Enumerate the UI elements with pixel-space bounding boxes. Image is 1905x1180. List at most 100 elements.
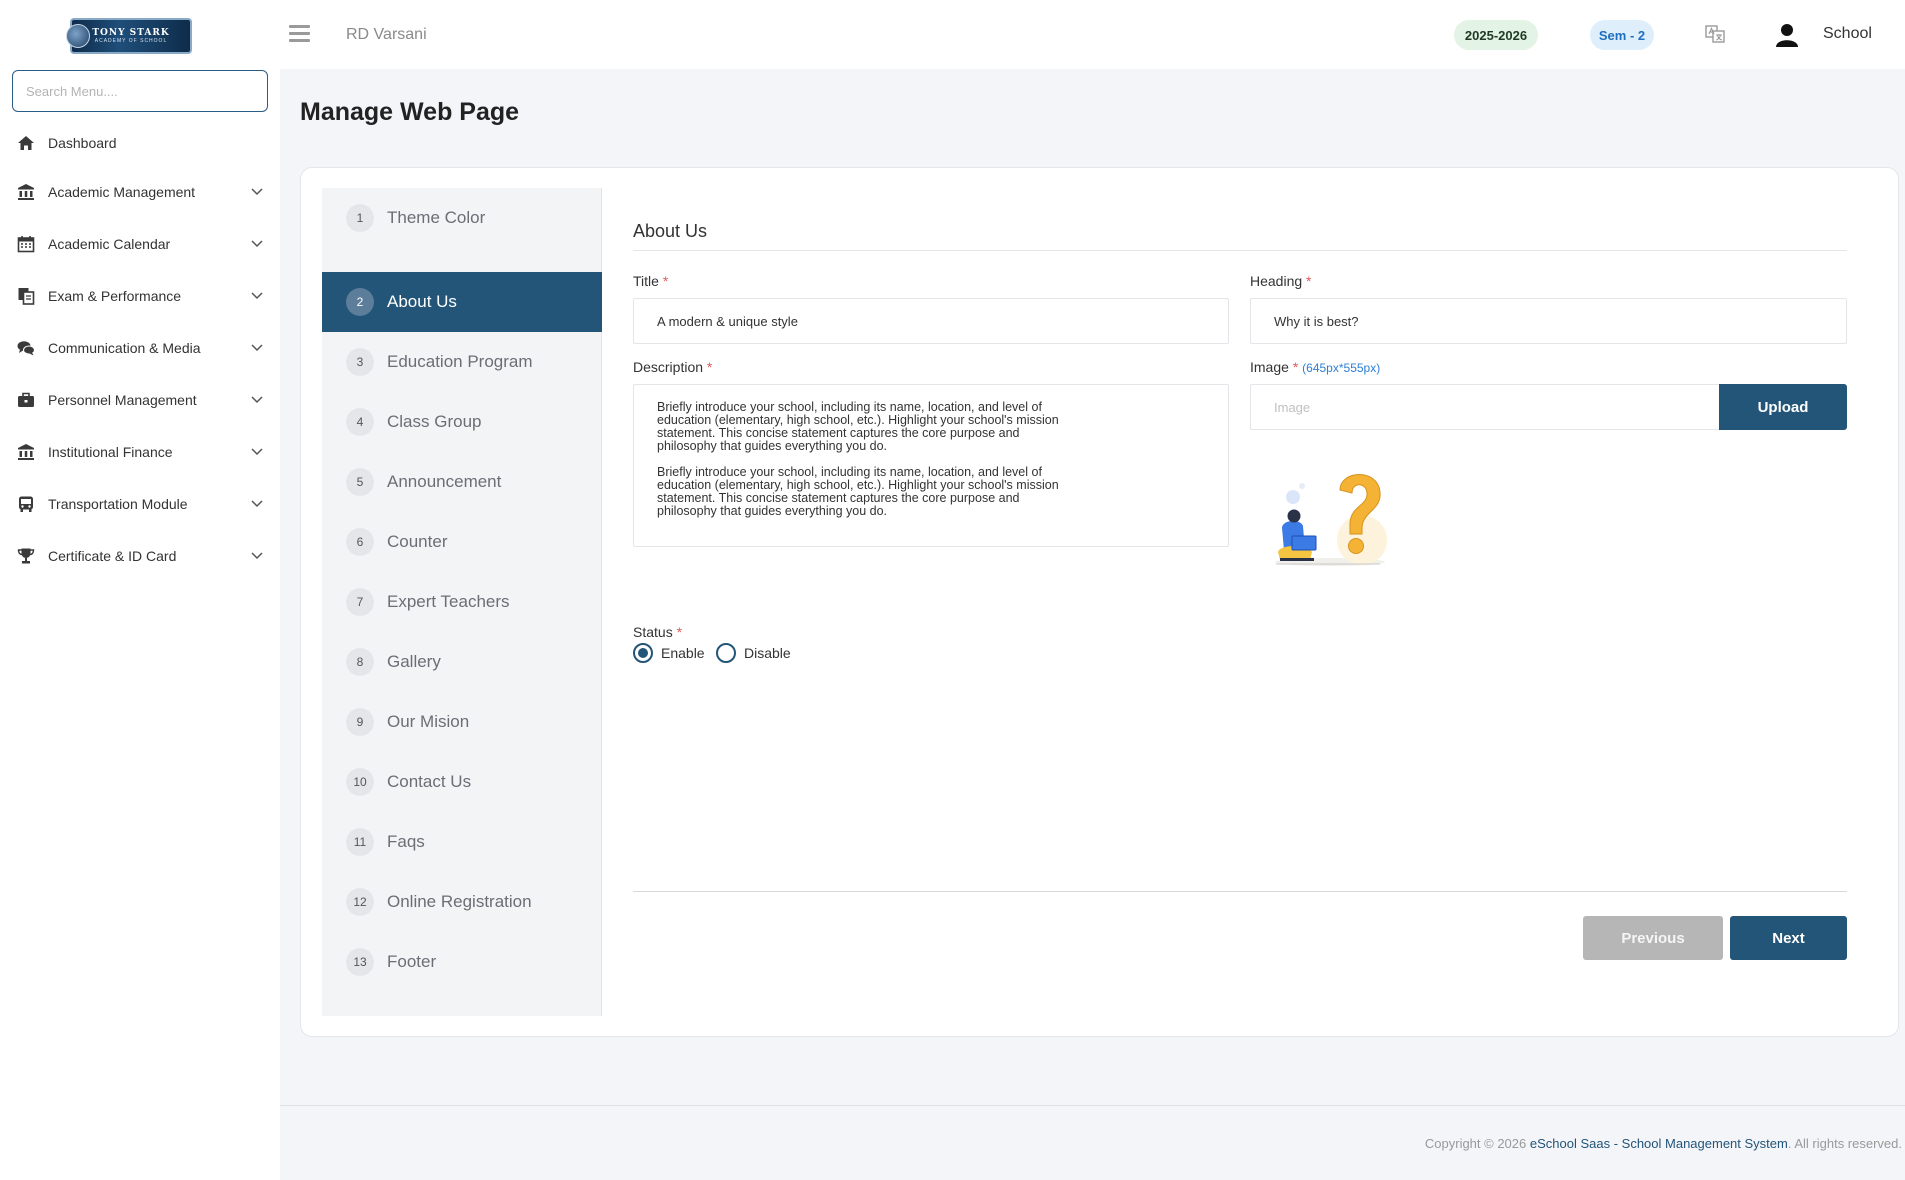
logo-subtext: ACADEMY OF SCHOOL [94, 38, 168, 44]
step-label: Announcement [387, 472, 502, 491]
comments-icon [17, 341, 35, 356]
briefcase-icon [18, 392, 34, 407]
sidebar-item-transportation-module[interactable]: Transportation Module [0, 484, 280, 524]
step-number: 1 [346, 204, 374, 232]
sidebar-item-institutional-finance[interactable]: Institutional Finance [0, 432, 280, 472]
sidebar-item-communication-media[interactable]: Communication & Media [0, 328, 280, 368]
step-online-registration[interactable]: 12 Online Registration [322, 872, 602, 932]
title-label: Title * [633, 273, 669, 289]
school-name: RD Varsani [346, 26, 427, 43]
step-label: Class Group [387, 412, 482, 431]
sidebar-item-label: Academic Calendar [48, 236, 171, 252]
status-enable-radio[interactable]: Enable [633, 643, 705, 663]
step-label: Theme Color [387, 208, 486, 227]
sidebar: Dashboard Academic Management Academic C… [0, 69, 280, 1180]
chevron-down-icon [251, 344, 263, 352]
sidebar-item-label: Certificate & ID Card [48, 548, 177, 564]
logo-text: TONY STARK [92, 28, 170, 38]
step-gallery[interactable]: 8 Gallery [322, 632, 602, 692]
radio-unchecked-icon [716, 643, 736, 663]
step-footer[interactable]: 13 Footer [322, 932, 602, 992]
image-file-input[interactable]: Image [1250, 384, 1720, 430]
step-announcement[interactable]: 5 Announcement [322, 452, 602, 512]
step-number: 9 [346, 708, 374, 736]
school-logo[interactable]: TONY STARK ACADEMY OF SCHOOL [66, 18, 192, 54]
step-number: 2 [346, 288, 374, 316]
chevron-down-icon [251, 396, 263, 404]
description-paragraph: Briefly introduce your school, including… [657, 400, 1059, 453]
search-menu-input[interactable] [12, 70, 268, 112]
sidebar-item-academic-management[interactable]: Academic Management [0, 172, 280, 212]
step-number: 8 [346, 648, 374, 676]
previous-button[interactable]: Previous [1583, 916, 1723, 960]
copyright-text: Copyright © 2026 eSchool Saas - School M… [1424, 1136, 1902, 1151]
page-footer: Copyright © 2026 eSchool Saas - School M… [280, 1105, 1905, 1180]
step-contact-us[interactable]: 10 Contact Us [322, 752, 602, 812]
step-label: Footer [387, 952, 437, 971]
section-divider [633, 250, 1847, 251]
heading-input[interactable]: Why it is best? [1250, 298, 1847, 344]
image-label: Image * (645px*555px) [1250, 359, 1381, 375]
home-icon [18, 136, 34, 150]
upload-button[interactable]: Upload [1719, 384, 1847, 430]
step-faqs[interactable]: 11 Faqs [322, 812, 602, 872]
step-theme-color[interactable]: 1 Theme Color [322, 188, 602, 248]
step-label: Our Mision [387, 712, 470, 731]
heading-label: Heading * [1250, 273, 1312, 289]
sidebar-item-label: Transportation Module [48, 496, 188, 512]
sidebar-item-exam-performance[interactable]: Exam & Performance [0, 276, 280, 316]
sidebar-item-dashboard[interactable]: Dashboard [0, 123, 280, 163]
chevron-down-icon [251, 448, 263, 456]
step-number: 11 [346, 828, 374, 856]
step-number: 10 [346, 768, 374, 796]
step-number: 13 [346, 948, 374, 976]
sidebar-item-label: Dashboard [48, 135, 117, 151]
description-label: Description * [633, 359, 713, 375]
radio-label: Enable [661, 645, 705, 661]
radio-checked-icon [633, 643, 653, 663]
menu-toggle-icon[interactable] [289, 25, 310, 43]
about-us-image-preview [1275, 474, 1387, 566]
step-education-program[interactable]: 3 Education Program [322, 332, 602, 392]
step-number: 4 [346, 408, 374, 436]
step-about-us[interactable]: 2 About Us [322, 272, 602, 332]
files-icon [18, 288, 35, 305]
status-disable-radio[interactable]: Disable [716, 643, 791, 663]
sidebar-item-certificate-id-card[interactable]: Certificate & ID Card [0, 536, 280, 576]
sidebar-item-personnel-management[interactable]: Personnel Management [0, 380, 280, 420]
radio-label: Disable [744, 645, 791, 661]
step-expert-teachers[interactable]: 7 Expert Teachers [322, 572, 602, 632]
step-counter[interactable]: 6 Counter [322, 512, 602, 572]
translate-icon[interactable] [1705, 24, 1725, 44]
sidebar-item-academic-calendar[interactable]: Academic Calendar [0, 224, 280, 264]
description-paragraph: Briefly introduce your school, including… [657, 465, 1059, 518]
calendar-icon [17, 236, 35, 253]
description-textarea[interactable]: Briefly introduce your school, including… [633, 384, 1229, 547]
title-input[interactable]: A modern & unique style [633, 298, 1229, 344]
next-button[interactable]: Next [1730, 916, 1847, 960]
chevron-down-icon [251, 188, 263, 196]
chevron-down-icon [251, 552, 263, 560]
bus-icon [19, 496, 33, 512]
step-class-group[interactable]: 4 Class Group [322, 392, 602, 452]
session-year-badge[interactable]: 2025-2026 [1454, 20, 1538, 50]
web-page-card: 1 Theme Color 2 About Us 3 Education Pro… [300, 167, 1899, 1037]
logo-emblem [66, 24, 90, 48]
step-label: Contact Us [387, 772, 472, 791]
sidebar-item-label: Exam & Performance [48, 288, 182, 304]
step-our-mision[interactable]: 9 Our Mision [322, 692, 602, 752]
user-role-label[interactable]: School [1823, 25, 1872, 43]
step-label: Expert Teachers [387, 592, 510, 611]
semester-badge[interactable]: Sem - 2 [1590, 20, 1654, 50]
about-us-form: About Us Title * A modern & unique style… [633, 188, 1847, 1016]
sidebar-item-label: Institutional Finance [48, 444, 173, 460]
form-divider [633, 891, 1847, 892]
step-number: 3 [346, 348, 374, 376]
chevron-down-icon [251, 292, 263, 300]
user-icon[interactable] [1776, 23, 1798, 47]
bank-icon [18, 444, 34, 460]
product-link[interactable]: eSchool Saas - School Management System [1530, 1136, 1788, 1151]
sidebar-item-label: Communication & Media [48, 340, 201, 356]
top-bar: TONY STARK ACADEMY OF SCHOOL RD Varsani … [0, 0, 1905, 69]
bank-icon [18, 184, 34, 200]
